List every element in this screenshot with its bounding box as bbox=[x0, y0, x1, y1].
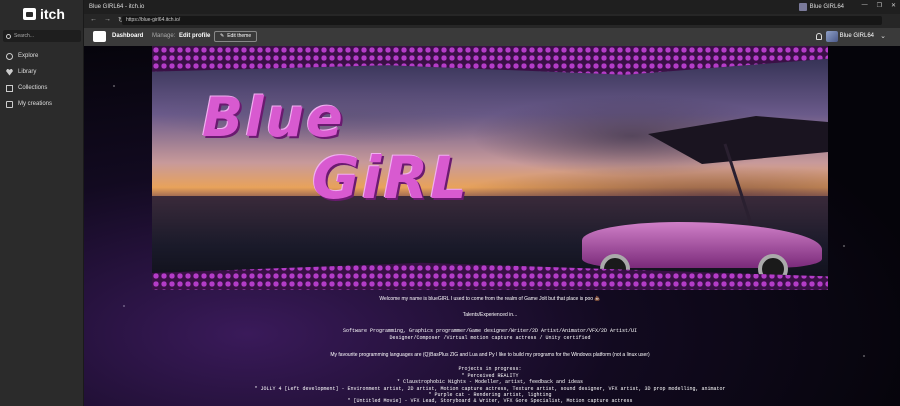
sidebar: itch Explore Library Collections My crea… bbox=[0, 0, 84, 406]
titlebar-account[interactable]: Blue GIRL64 bbox=[798, 3, 844, 11]
search-icon bbox=[6, 33, 11, 39]
itch-header: Dashboard Manage: Edit profile ✎ Edit th… bbox=[84, 28, 900, 46]
sidebar-item-my-creations[interactable]: My creations bbox=[0, 96, 84, 112]
edit-theme-button[interactable]: ✎ Edit theme bbox=[214, 31, 258, 42]
talents-line: Software Programming, Graphics programme… bbox=[342, 328, 638, 334]
bell-icon[interactable] bbox=[816, 33, 822, 40]
dashboard-link[interactable]: Dashboard bbox=[112, 33, 143, 39]
sidebar-item-label: My creations bbox=[18, 101, 53, 107]
edit-profile-link[interactable]: Edit profile bbox=[179, 33, 210, 39]
close-icon[interactable]: ✕ bbox=[891, 2, 896, 9]
window-title: Blue GIRL64 - itch.io bbox=[89, 4, 145, 10]
header-username[interactable]: Blue GIRL64 bbox=[840, 33, 874, 39]
sidebar-item-label: Explore bbox=[18, 53, 39, 59]
window-controls: — ❐ ✕ bbox=[862, 2, 896, 9]
sidebar-item-collections[interactable]: Collections bbox=[0, 80, 84, 96]
url-text: https://blue-girl64.itch.io/ bbox=[126, 17, 181, 23]
sidebar-item-label: Collections bbox=[18, 85, 48, 91]
search-box[interactable] bbox=[3, 30, 81, 42]
dashboard-icon bbox=[93, 31, 106, 42]
window-titlebar: Blue GIRL64 - itch.io Blue GIRL64 — ❐ ✕ bbox=[84, 0, 900, 14]
manage-label: Manage: bbox=[152, 33, 176, 39]
search-input[interactable] bbox=[14, 33, 74, 39]
maximize-icon[interactable]: ❐ bbox=[877, 2, 882, 9]
forward-icon[interactable]: → bbox=[104, 16, 111, 24]
creations-icon bbox=[6, 100, 13, 108]
profile-banner: Blue GiRL bbox=[152, 46, 828, 290]
banner-title-line1: Blue bbox=[202, 86, 345, 149]
sidebar-nav: Explore Library Collections My creations bbox=[0, 48, 84, 112]
sidebar-item-explore[interactable]: Explore bbox=[0, 48, 84, 64]
sidebar-item-library[interactable]: Library bbox=[0, 64, 84, 80]
itch-logo-text: itch bbox=[40, 6, 65, 22]
projects-heading: Projects in progress: bbox=[458, 366, 522, 372]
collections-icon bbox=[6, 84, 13, 92]
heart-icon bbox=[6, 68, 13, 76]
avatar[interactable] bbox=[826, 31, 838, 42]
profile-intro: Welcome my name is blueGIRL I used to co… bbox=[379, 296, 601, 302]
pencil-icon: ✎ bbox=[220, 33, 225, 39]
back-icon[interactable]: ← bbox=[90, 16, 97, 24]
talents-line: Designer/Composer /Virtual motion captur… bbox=[389, 335, 591, 341]
languages-text: My favourite programming languages are (… bbox=[330, 352, 650, 358]
browser-toolbar: ← → ↻ https://blue-girl64.itch.io/ bbox=[84, 14, 900, 28]
compass-icon bbox=[6, 52, 13, 60]
project-item: * [Untitled Movie] - VFX Lead, Storyboar… bbox=[347, 398, 633, 404]
itch-logo[interactable]: itch bbox=[23, 6, 65, 22]
itch-logo-icon bbox=[23, 8, 36, 20]
sidebar-item-label: Library bbox=[18, 69, 37, 75]
address-bar[interactable]: https://blue-girl64.itch.io/ bbox=[122, 16, 882, 25]
talents-heading: Talents/Experienced in... bbox=[462, 312, 518, 318]
profile-description: Welcome my name is blueGIRL I used to co… bbox=[152, 290, 828, 406]
profile-page: Blue GiRL Welcome my name is blueGIRL I … bbox=[84, 46, 900, 406]
edit-theme-label: Edit theme bbox=[227, 33, 252, 39]
avatar bbox=[798, 3, 807, 11]
project-item: * Claustrophobic Nights - Modeller, arti… bbox=[396, 379, 584, 385]
titlebar-account-name: Blue GIRL64 bbox=[809, 4, 844, 10]
app-window: itch Explore Library Collections My crea… bbox=[0, 0, 900, 406]
minimize-icon[interactable]: — bbox=[862, 2, 868, 9]
browser-nav-buttons: ← → ↻ bbox=[90, 16, 124, 24]
banner-title-line2: GiRL bbox=[312, 144, 470, 212]
chevron-down-icon[interactable]: ⌄ bbox=[880, 32, 886, 40]
